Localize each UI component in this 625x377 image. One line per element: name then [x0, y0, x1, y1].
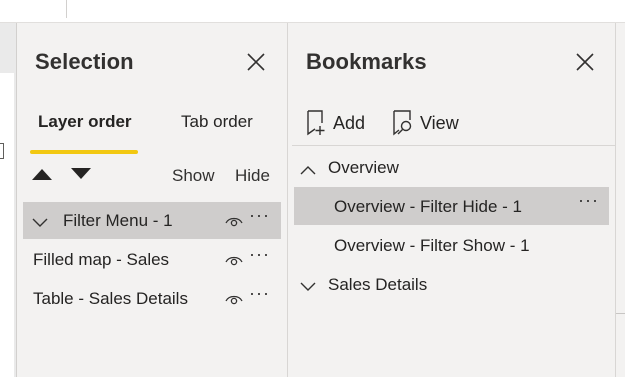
right-pane-edge — [616, 23, 625, 377]
view-bookmark-icon — [392, 110, 416, 141]
bookmark-label: Overview - Filter Show - 1 — [334, 236, 530, 255]
move-layer-down-button[interactable] — [70, 167, 92, 181]
visual-edge-marker — [0, 143, 4, 159]
toolbar-divider — [292, 145, 615, 146]
more-options-icon[interactable]: ··· — [578, 190, 599, 211]
chevron-down-icon[interactable] — [32, 215, 48, 233]
view-bookmarks-label: View — [420, 113, 459, 133]
chevron-up-icon[interactable] — [300, 162, 316, 180]
close-icon — [247, 53, 265, 71]
hide-column-header[interactable]: Hide — [235, 166, 270, 186]
visibility-eye-icon[interactable] — [225, 214, 243, 228]
edge-divider — [616, 313, 625, 314]
layer-label: Filter Menu - 1 — [63, 211, 173, 230]
active-tab-indicator — [30, 150, 138, 154]
top-ribbon-strip — [0, 0, 625, 23]
bookmark-item[interactable]: Overview - Filter Hide - 1 ··· — [294, 187, 609, 225]
view-bookmarks-button[interactable]: View — [392, 110, 462, 136]
more-options-icon[interactable]: ··· — [249, 244, 270, 265]
bookmark-group-overview[interactable]: Overview — [294, 148, 609, 186]
visibility-eye-icon[interactable] — [225, 253, 243, 267]
show-column-header[interactable]: Show — [172, 166, 215, 186]
bookmark-label: Overview - Filter Hide - 1 — [334, 197, 522, 216]
layer-row[interactable]: Filled map - Sales ··· — [23, 241, 281, 278]
layer-label: Table - Sales Details — [33, 289, 188, 308]
add-bookmark-button[interactable]: Add — [306, 110, 368, 136]
visibility-eye-icon[interactable] — [225, 292, 243, 306]
bookmarks-pane-title: Bookmarks — [306, 49, 427, 74]
bookmark-group-sales-details[interactable]: Sales Details — [294, 265, 609, 303]
triangle-up-icon — [32, 169, 52, 180]
more-options-icon[interactable]: ··· — [249, 205, 270, 226]
selection-pane: Selection Layer order Tab order Show Hid… — [17, 23, 288, 377]
tab-tab-order[interactable]: Tab order — [181, 112, 253, 132]
report-page-edge — [0, 73, 14, 377]
close-icon — [576, 53, 594, 71]
ribbon-divider — [66, 0, 67, 18]
selection-pane-title: Selection — [35, 49, 134, 74]
bookmark-group-label: Sales Details — [328, 275, 428, 294]
more-options-icon[interactable]: ··· — [249, 283, 270, 304]
layer-row[interactable]: Filter Menu - 1 ··· — [23, 202, 281, 239]
bookmarks-close-button[interactable] — [575, 52, 595, 72]
tab-layer-order[interactable]: Layer order — [38, 112, 132, 132]
triangle-down-icon — [71, 168, 91, 179]
layer-row[interactable]: Table - Sales Details ··· — [23, 280, 281, 317]
bookmarks-pane: Bookmarks Add View Overview Overview - F… — [288, 23, 616, 377]
move-layer-up-button[interactable] — [31, 167, 53, 181]
add-bookmark-label: Add — [333, 113, 366, 133]
chevron-down-icon[interactable] — [300, 279, 316, 297]
bookmark-group-label: Overview — [328, 158, 399, 177]
layer-label: Filled map - Sales — [33, 250, 170, 269]
report-canvas-edge — [0, 23, 17, 377]
add-bookmark-icon — [306, 110, 328, 141]
bookmark-item[interactable]: Overview - Filter Show - 1 — [294, 226, 609, 264]
selection-close-button[interactable] — [246, 52, 266, 72]
